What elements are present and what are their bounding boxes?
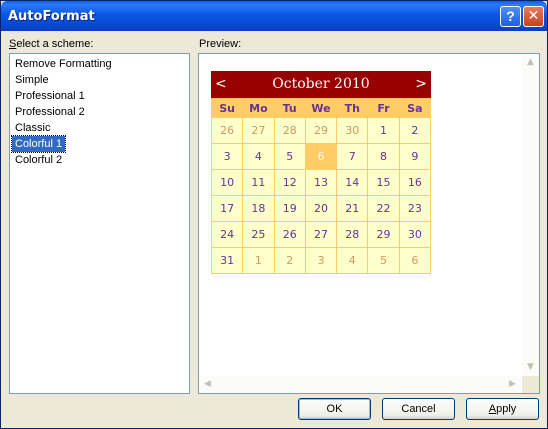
calendar-day[interactable]: 26 (210, 117, 244, 144)
scheme-list[interactable]: Remove Formatting Simple Professional 1 Pro… (9, 53, 190, 394)
scroll-down-icon[interactable]: ▼ (522, 359, 539, 376)
scrollbar-corner (522, 376, 539, 393)
calendar-week-row: 17 18 19 20 21 22 23 (210, 195, 432, 222)
calendar-day[interactable]: 24 (210, 221, 244, 248)
calendar-day-selected[interactable]: 6 (304, 143, 338, 170)
scheme-item[interactable]: Remove Formatting (12, 56, 115, 72)
calendar-day[interactable]: 29 (304, 117, 338, 144)
calendar-day[interactable]: 29 (367, 221, 400, 248)
calendar-grid: Su Mo Tu We Th Fr Sa 26 27 28 29 30 1 2 3 4 5 6 7 8 9 10 11 12… (210, 98, 432, 274)
calendar-week-row: 24 25 26 27 28 29 30 (210, 221, 432, 248)
close-icon: ✕ (527, 8, 540, 24)
calendar-day[interactable]: 25 (242, 221, 275, 248)
title-bar[interactable]: AutoFormat ? ✕ (1, 1, 547, 31)
weekday-row: Su Mo Tu We Th Fr Sa (210, 98, 432, 118)
calendar-day[interactable]: 7 (336, 143, 369, 170)
calendar-day[interactable]: 1 (242, 247, 275, 274)
calendar-day[interactable]: 17 (210, 195, 244, 222)
calendar-header: < October 2010 > (211, 71, 431, 98)
help-icon: ? (506, 8, 515, 24)
calendar-day[interactable]: 27 (304, 221, 338, 248)
scheme-item[interactable]: Classic (12, 120, 53, 136)
calendar-day[interactable]: 9 (398, 143, 432, 170)
calendar-day[interactable]: 20 (304, 195, 338, 222)
preview-pane[interactable]: < October 2010 > Su Mo Tu We Th Fr Sa 26 27 28 29… (198, 53, 540, 394)
calendar-day[interactable]: 2 (398, 117, 432, 144)
apply-label: pply (496, 403, 517, 415)
scheme-item[interactable]: Colorful 2 (12, 152, 65, 168)
weekday-header: Sa (398, 98, 432, 118)
calendar-day[interactable]: 16 (398, 169, 432, 196)
window-title: AutoFormat (8, 9, 95, 24)
calendar-day[interactable]: 8 (367, 143, 400, 170)
vertical-scrollbar[interactable]: ▲ ▼ (522, 54, 539, 376)
weekday-header: We (304, 98, 338, 118)
calendar-title: October 2010 (272, 76, 370, 92)
scheme-label: Select a scheme: (9, 38, 93, 50)
autoformat-dialog: AutoFormat ? ✕ Select a scheme: Preview:… (0, 0, 548, 429)
calendar-day[interactable]: 3 (304, 247, 338, 274)
next-month-link[interactable]: > (415, 71, 427, 98)
help-button[interactable]: ? (500, 6, 521, 27)
calendar-day[interactable]: 23 (398, 195, 432, 222)
weekday-header: Th (336, 98, 369, 118)
scheme-label-text: elect a scheme: (16, 38, 94, 50)
calendar-day[interactable]: 21 (336, 195, 369, 222)
calendar-week-row: 3456789 (210, 143, 432, 170)
scroll-left-icon[interactable]: ◀ (199, 376, 216, 393)
calendar-day[interactable]: 27 (242, 117, 275, 144)
calendar-day[interactable]: 31 (210, 247, 244, 274)
calendar-day[interactable]: 19 (273, 195, 306, 222)
horizontal-scrollbar[interactable]: ◀ ▶ (199, 376, 521, 393)
calendar-day[interactable]: 4 (242, 143, 275, 170)
calendar-day[interactable]: 18 (242, 195, 275, 222)
calendar-day[interactable]: 13 (304, 169, 338, 196)
scheme-item[interactable]: Professional 2 (12, 104, 88, 120)
calendar-week-row: 31 1 2 3 4 5 6 (210, 247, 432, 274)
calendar-day[interactable]: 28 (273, 117, 306, 144)
calendar-week-row: 26 27 28 29 30 1 2 (210, 117, 432, 144)
weekday-header: Fr (367, 98, 400, 118)
calendar-day[interactable]: 14 (336, 169, 369, 196)
calendar-day[interactable]: 6 (398, 247, 432, 274)
calendar-week-row: 10 11 12 13 14 15 16 (210, 169, 432, 196)
ok-button[interactable]: OK (298, 398, 371, 420)
scheme-item[interactable]: Simple (12, 72, 52, 88)
cancel-button[interactable]: Cancel (382, 398, 455, 420)
scheme-item[interactable]: Colorful 1 (10, 135, 67, 153)
calendar-day[interactable]: 26 (273, 221, 306, 248)
calendar-day[interactable]: 28 (336, 221, 369, 248)
calendar-day[interactable]: 30 (398, 221, 432, 248)
calendar-day[interactable]: 5 (273, 143, 306, 170)
weekday-header: Mo (242, 98, 275, 118)
calendar-day[interactable]: 22 (367, 195, 400, 222)
calendar-day[interactable]: 3 (210, 143, 244, 170)
calendar-day[interactable]: 1 (367, 117, 400, 144)
preview-label: Preview: (199, 38, 242, 50)
calendar-day[interactable]: 4 (336, 247, 369, 274)
scroll-right-icon[interactable]: ▶ (504, 376, 521, 393)
calendar-day[interactable]: 12 (273, 169, 306, 196)
weekday-header: Tu (273, 98, 306, 118)
calendar-day[interactable]: 2 (273, 247, 306, 274)
calendar-day[interactable]: 5 (367, 247, 400, 274)
calendar-day[interactable]: 10 (210, 169, 244, 196)
calendar-day[interactable]: 15 (367, 169, 400, 196)
calendar-day[interactable]: 30 (336, 117, 369, 144)
apply-button[interactable]: Apply (466, 398, 539, 420)
calendar-day[interactable]: 11 (242, 169, 275, 196)
weekday-header: Su (210, 98, 244, 118)
scheme-item[interactable]: Professional 1 (12, 88, 88, 104)
apply-accel: A (488, 403, 497, 415)
scroll-up-icon[interactable]: ▲ (522, 54, 539, 71)
close-button[interactable]: ✕ (523, 6, 544, 27)
